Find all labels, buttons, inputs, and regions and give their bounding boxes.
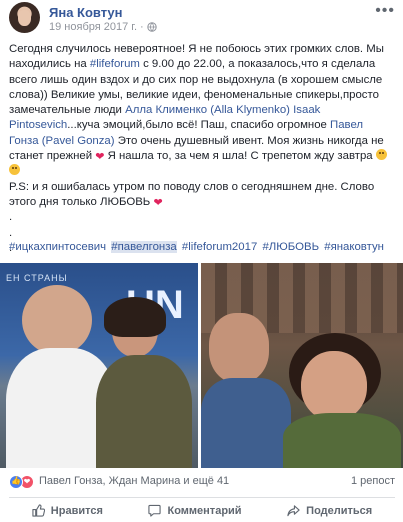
like-button[interactable]: Нравится <box>32 504 103 517</box>
photo-person-man-body <box>201 378 291 468</box>
hashtag-link-lifeforum[interactable]: #lifeforum <box>90 58 140 70</box>
like-icon <box>32 504 45 517</box>
hashtag-link[interactable]: #павелгонза <box>111 241 177 253</box>
hashtag-link[interactable]: #янаковтун <box>324 241 384 253</box>
post-text: Сегодня случилось невероятное! Я не побо… <box>9 42 395 256</box>
photo-grid: ЕН СТРАНЫ UN <box>0 263 403 468</box>
hashtag-list: #ицкахпинтосевич #павелгонза #lifeforum2… <box>9 241 399 253</box>
photo-right[interactable] <box>201 263 403 468</box>
photo-person-woman-hair <box>104 297 166 337</box>
hashtag-link[interactable]: #ицкахпинтосевич <box>9 241 106 253</box>
comment-icon <box>148 504 162 517</box>
text-dot: . <box>9 226 13 239</box>
reaction-icons[interactable]: ❤ <box>9 475 34 489</box>
more-icon[interactable]: ••• <box>375 2 395 20</box>
post-paragraph: Сегодня случилось невероятное! Я не побо… <box>9 42 395 256</box>
text-segment: P.S: и я ошибалась утром по поводу слов … <box>9 180 375 208</box>
reposts-count[interactable]: 1 репост <box>351 475 395 487</box>
like-reaction-icon <box>9 475 23 489</box>
share-label: Поделиться <box>306 504 373 517</box>
text-segment: ...куча эмоций,было всё! Паш, спасибо ог… <box>67 119 331 132</box>
photo-person-man <box>209 313 269 383</box>
globe-icon <box>146 22 157 32</box>
comment-label: Комментарий <box>167 504 242 517</box>
photo-person-woman-body <box>283 413 401 468</box>
post-header: Яна Ковтун 19 ноября 2017 г. · ••• <box>9 2 395 36</box>
hashtag-link[interactable]: #lifeforum2017 <box>182 241 257 253</box>
photo-person-man <box>22 285 92 355</box>
emoji-face-icon <box>9 164 20 176</box>
post-date[interactable]: 19 ноября 2017 г. <box>49 21 137 33</box>
emoji-face-icon <box>375 149 387 161</box>
text-dot: . <box>9 211 13 224</box>
photo-person-woman-body <box>96 355 192 468</box>
author-name[interactable]: Яна Ковтун <box>49 5 123 20</box>
heart-emoji-icon: ❤ <box>153 196 163 209</box>
reactions-names[interactable]: Павел Гонза, Ждан Марина и ещё 41 <box>39 475 229 487</box>
text-segment: Я нашла то, за чем я шла! С трепетом жду… <box>104 150 376 163</box>
like-label: Нравится <box>50 504 103 517</box>
avatar[interactable] <box>9 2 40 33</box>
share-button[interactable]: Поделиться <box>287 504 372 517</box>
share-icon <box>287 505 300 517</box>
reactions-bar: ❤ Павел Гонза, Ждан Марина и ещё 41 1 ре… <box>9 474 395 490</box>
mention-alla-klymenko[interactable]: Алла Клименко (Alla Klymenko) <box>125 104 290 116</box>
photo-left[interactable]: ЕН СТРАНЫ UN <box>0 263 198 468</box>
photo-screen-text: ЕН СТРАНЫ <box>6 273 68 283</box>
post-meta: 19 ноября 2017 г. · <box>49 21 157 33</box>
comment-button[interactable]: Комментарий <box>148 504 242 517</box>
photo-person-woman <box>301 351 367 421</box>
hashtag-link[interactable]: #ЛЮБОВЬ <box>262 241 319 253</box>
action-bar: Нравится Комментарий Поделиться <box>9 497 395 519</box>
date-separator: · <box>140 21 144 33</box>
